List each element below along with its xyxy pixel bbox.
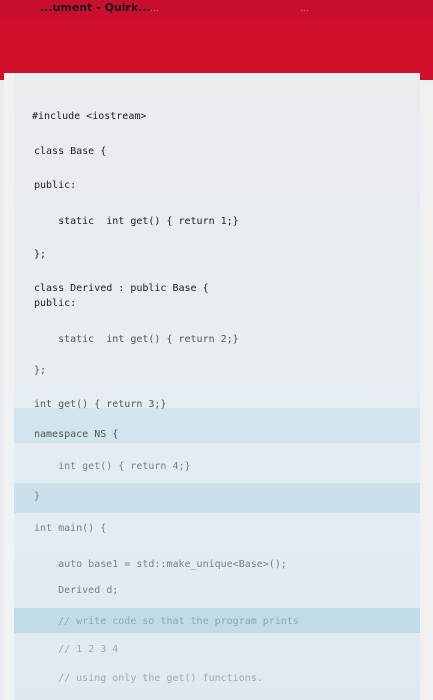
page-margin: [420, 80, 433, 700]
code-line: namespace NS {: [34, 429, 119, 440]
tab-right[interactable]: ...: [300, 2, 309, 16]
glare-band: [14, 483, 430, 513]
code-line: int main() {: [34, 523, 107, 534]
code-line: public:: [34, 180, 77, 191]
code-line: Derived d;: [34, 585, 119, 596]
document-title: ...ument - Quirk...: [40, 1, 151, 14]
code-line: };: [34, 365, 47, 376]
code-line: static int get() { return 2;}: [34, 334, 239, 345]
code-line: int get() { return 4;}: [34, 461, 191, 472]
code-comment: // write code so that the program prints: [34, 616, 299, 627]
code-line: static int get() { return 1;}: [34, 216, 239, 227]
code-line: public:: [34, 298, 77, 309]
code-line: };: [34, 249, 47, 260]
code-line: int get() { return 3;}: [34, 399, 167, 410]
code-comment: // using only the get() functions.: [34, 673, 263, 684]
code-line: #include <iostream>: [32, 111, 147, 122]
code-line: }: [34, 491, 41, 502]
code-line: class Derived : public Base {: [34, 283, 209, 294]
code-image-card: #include <iostream> class Base { public:…: [4, 73, 430, 700]
code-line: class Base {: [34, 146, 107, 157]
tab-left[interactable]: ...: [150, 2, 159, 16]
code-line: auto base1 = std::make_unique<Base>();: [34, 559, 287, 570]
code-comment: // 1 2 3 4: [34, 644, 119, 655]
browser-tab-bar: ...ument - Quirk... ... ...: [0, 0, 433, 18]
red-header-banner: [0, 18, 433, 80]
